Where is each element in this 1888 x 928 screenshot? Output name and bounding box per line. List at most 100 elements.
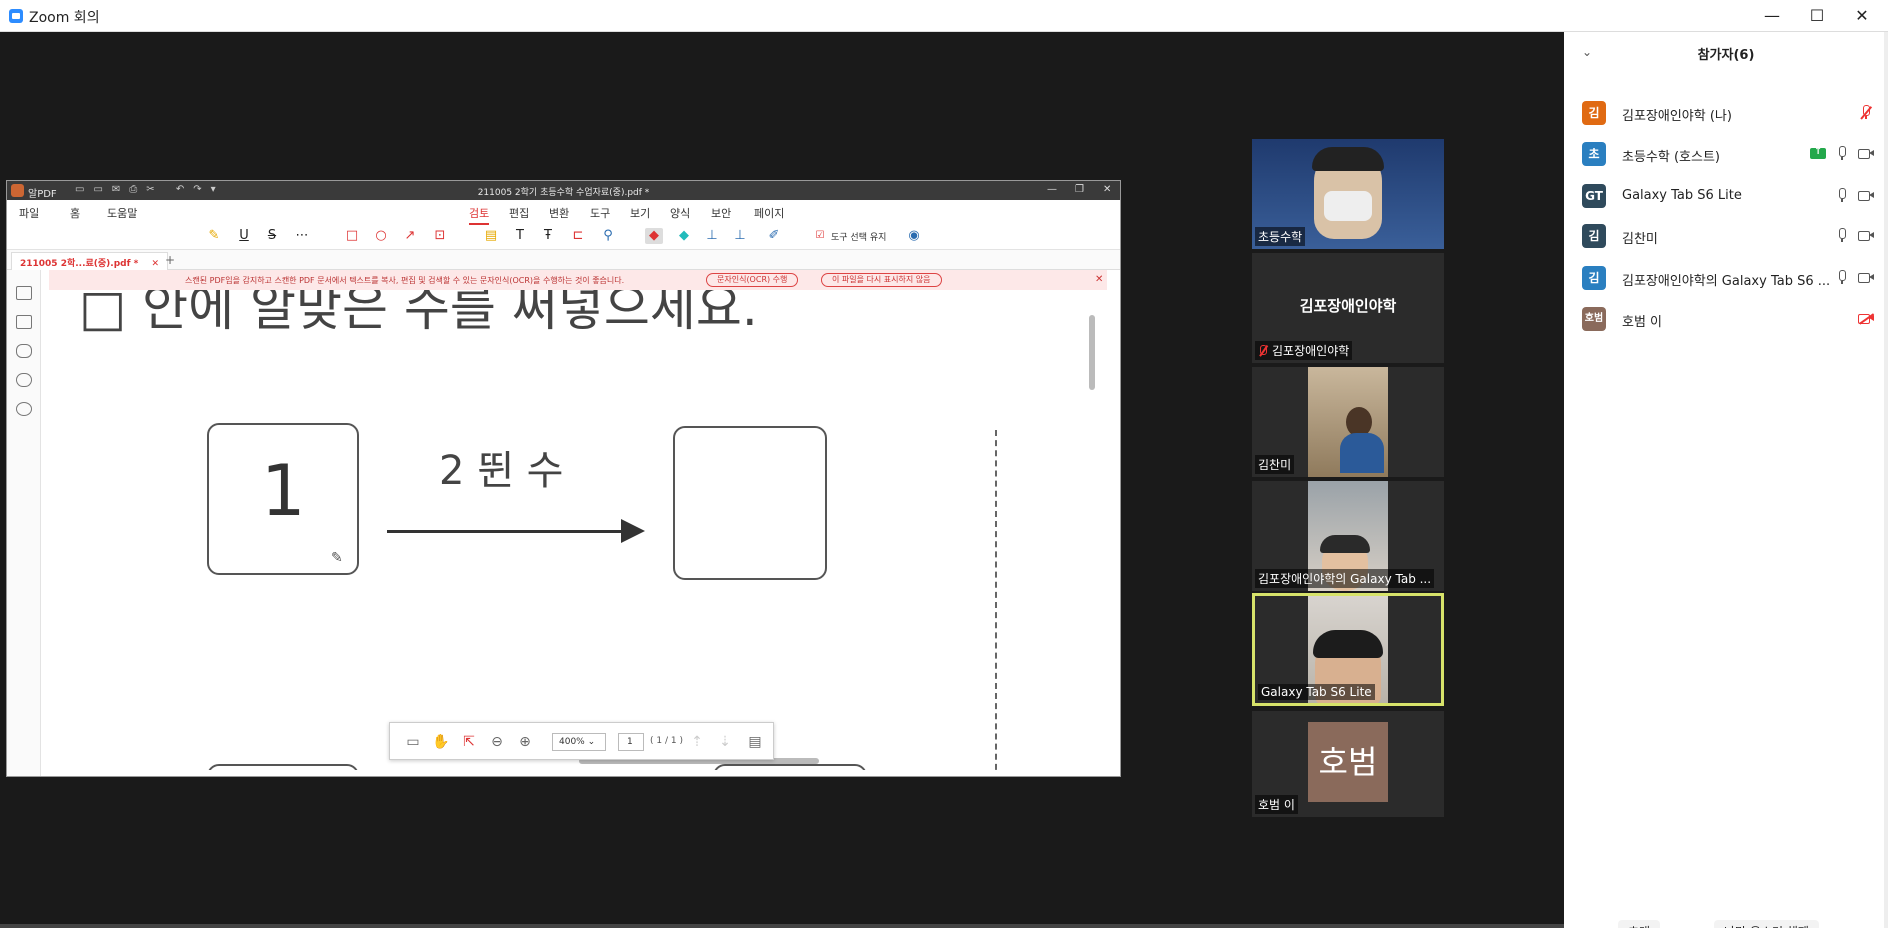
ribbon-tab-form[interactable]: 양식 [670, 205, 690, 221]
participants-title: 참가자(6) [1697, 48, 1755, 63]
window-titlebar: Zoom 회의 — ☐ ✕ [0, 0, 1888, 32]
maximize-button[interactable]: ☐ [1797, 4, 1837, 28]
arrow-head [621, 519, 645, 543]
rectangle-icon[interactable]: □ [343, 228, 361, 244]
highlight-icon[interactable]: ✎ [205, 228, 223, 244]
participant-row[interactable]: 김 김포장애인야학 (나) [1582, 95, 1876, 129]
comment-icon[interactable] [16, 344, 32, 358]
panel-scrollbar[interactable] [1884, 32, 1888, 928]
note-icon[interactable]: ▤ [482, 228, 500, 244]
ocr-close-icon[interactable]: ✕ [1095, 274, 1103, 285]
tab-close-icon[interactable]: ✕ [152, 259, 160, 269]
ribbon-tab-edit[interactable]: 편집 [509, 205, 529, 221]
menu-file[interactable]: 파일 [19, 205, 39, 221]
ribbon-tab-convert[interactable]: 변환 [549, 205, 569, 221]
attachment-icon[interactable] [16, 373, 32, 387]
zoom-in-icon[interactable]: ⊕ [516, 733, 534, 751]
more-icon[interactable]: ⋯ [293, 228, 311, 244]
video-tile-galaxy-tab[interactable]: Galaxy Tab S6 Lite [1252, 593, 1444, 706]
prev-page-icon[interactable]: ⇡ [688, 733, 706, 751]
camera-icon[interactable] [1858, 146, 1874, 160]
person-hair [1312, 147, 1384, 171]
mic-icon[interactable] [1834, 146, 1850, 160]
tile-name: 김찬미 [1255, 455, 1295, 474]
invite-button[interactable]: 초대 [1618, 920, 1661, 928]
ellipse-icon[interactable]: ○ [372, 228, 390, 244]
zoom-out-icon[interactable]: ⊖ [488, 733, 506, 751]
textbox-icon[interactable]: Ŧ [539, 228, 557, 244]
menu-home[interactable]: 홈 [70, 205, 80, 221]
video-tile-kimchanmi[interactable]: 김찬미 [1252, 367, 1444, 477]
participant-name: 김포장애인야학의 Galaxy Tab S6 ... [1622, 274, 1831, 289]
document-tab[interactable]: 211005 2학...료(중).pdf * ✕ [11, 252, 169, 270]
stamp-icon[interactable]: ⊥ [703, 228, 721, 244]
ribbon-tab-view[interactable]: 보기 [630, 205, 650, 221]
ribbon-tab-page[interactable]: 페이지 [754, 205, 784, 221]
person-hair [1313, 630, 1383, 658]
video-tile-host[interactable]: 초등수학 [1252, 139, 1444, 249]
minimize-button[interactable]: — [1752, 4, 1792, 28]
thumbnail-icon[interactable] [16, 286, 32, 300]
unmute-me-button[interactable]: 나만 음소거 해제 [1714, 920, 1819, 928]
strikethrough-icon[interactable]: S [263, 228, 281, 244]
new-tab-icon[interactable]: + [165, 253, 175, 267]
text-icon[interactable]: T [511, 228, 529, 244]
stamp-menu-icon[interactable]: ⊥ [731, 228, 749, 244]
fit-width-icon[interactable]: ▤ [746, 733, 764, 751]
video-tile-hobeom[interactable]: 호범 호범 이 [1252, 711, 1444, 817]
participant-row[interactable]: 초 초등수학 (호스트) [1582, 136, 1876, 170]
face-mask [1324, 191, 1372, 221]
arrow-label: 2 뛴 수 [439, 448, 564, 494]
ocr-dismiss-button[interactable]: 이 파일을 다시 표시하지 않음 [821, 273, 942, 287]
mic-icon[interactable] [1834, 188, 1850, 202]
zoom-select[interactable]: 400% ⌄ [552, 733, 606, 751]
ribbon-tab-security[interactable]: 보안 [711, 205, 731, 221]
pdf-restore-button[interactable]: ❐ [1075, 184, 1084, 195]
window-title: Zoom 회의 [29, 10, 100, 26]
pdf-document-area: □ 안에 알맞은 수를 써넣으세요. 1 ✎ 2 뛴 수 스캔된 PDF임을 감… [7, 270, 1120, 776]
avatar: 김 [1582, 266, 1606, 290]
video-tile-galaxy-kimpo[interactable]: 김포장애인야학의 Galaxy Tab ... [1252, 481, 1444, 591]
review-toolbar: ✎ U S ⋯ □ ○ ↗ ⊡ ▤ T Ŧ ⊏ ⚲ ◆ ◆ ⊥ ⊥ ✐ ☑ 도구… [7, 222, 1120, 250]
mic-icon[interactable] [1834, 270, 1850, 284]
arrow-icon[interactable]: ↗ [401, 228, 419, 244]
marker-icon[interactable]: ◆ [675, 228, 693, 244]
next-page-icon[interactable]: ⇣ [716, 733, 734, 751]
menu-help[interactable]: 도움말 [107, 205, 137, 221]
sign-icon[interactable]: ✐ [765, 228, 783, 244]
mic-icon[interactable] [1834, 228, 1850, 242]
sidebar-toggle-icon[interactable]: ▭ [404, 733, 422, 751]
participant-name: 초등수학 (호스트) [1622, 150, 1720, 165]
camera-icon[interactable] [1858, 228, 1874, 242]
participant-row[interactable]: 김 김포장애인야학의 Galaxy Tab S6 ... [1582, 260, 1876, 294]
select-tool-icon[interactable]: ⇱ [460, 733, 478, 751]
tile-name-text: 김포장애인야학 [1272, 344, 1350, 358]
hand-tool-icon[interactable]: ✋ [432, 733, 450, 751]
mic-off-icon[interactable] [1858, 105, 1874, 120]
video-tile-me[interactable]: 김포장애인야학 김포장애인야학 [1252, 253, 1444, 363]
camera-icon[interactable] [1858, 188, 1874, 202]
shape-menu-icon[interactable]: ⊡ [431, 228, 449, 244]
eraser-icon[interactable]: ◆ [645, 228, 663, 244]
eye-icon[interactable]: ◉ [905, 228, 923, 244]
attach-icon[interactable]: ⚲ [599, 228, 617, 244]
pdf-minimize-button[interactable]: — [1047, 184, 1057, 195]
participant-row[interactable]: GT Galaxy Tab S6 Lite [1582, 178, 1876, 212]
search-icon[interactable] [16, 402, 32, 416]
participant-row[interactable]: 김 김찬미 [1582, 218, 1876, 252]
zoom-logo-icon [9, 9, 23, 23]
ribbon-tab-tools[interactable]: 도구 [590, 205, 610, 221]
keep-tool-checkbox[interactable]: ☑ [811, 228, 829, 244]
bookmark-icon[interactable] [16, 315, 32, 329]
underline-icon[interactable]: U [235, 228, 253, 244]
vertical-scrollbar[interactable] [1089, 315, 1095, 390]
camera-off-icon[interactable] [1858, 311, 1874, 325]
pdf-page[interactable]: □ 안에 알맞은 수를 써넣으세요. 1 ✎ 2 뛴 수 [49, 290, 1107, 770]
camera-icon[interactable] [1858, 270, 1874, 284]
pdf-close-button[interactable]: ✕ [1103, 184, 1111, 195]
page-number-input[interactable]: 1 [618, 733, 644, 751]
participant-row[interactable]: 호범 호범 이 [1582, 301, 1876, 335]
ocr-run-button[interactable]: 문자인식(OCR) 수행 [706, 273, 799, 287]
close-button[interactable]: ✕ [1842, 4, 1882, 28]
callout-icon[interactable]: ⊏ [569, 228, 587, 244]
